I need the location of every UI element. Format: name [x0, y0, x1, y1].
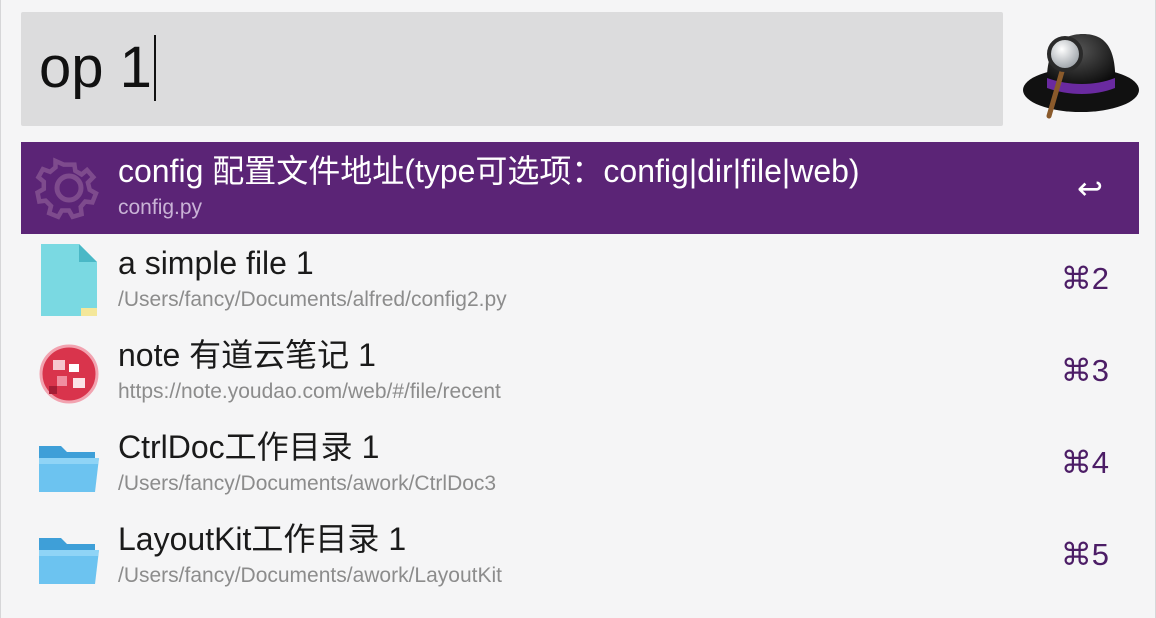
folder-icon — [39, 446, 99, 492]
cmd-3-shortcut: ⌘3 — [1060, 353, 1109, 388]
result-title: CtrlDoc工作目录 1 — [118, 429, 380, 465]
cmd-4-shortcut: ⌘4 — [1060, 445, 1109, 480]
result-row[interactable]: note 有道云笔记 1 https://note.youdao.com/web… — [21, 326, 1139, 418]
result-row[interactable]: CtrlDoc工作目录 1 /Users/fancy/Documents/awo… — [21, 418, 1139, 510]
youdao-note-icon — [39, 344, 99, 404]
result-title: a simple file 1 — [118, 245, 314, 281]
result-subtitle: /Users/fancy/Documents/alfred/config2.py — [118, 288, 507, 311]
result-row[interactable]: a simple file 1 /Users/fancy/Documents/a… — [21, 234, 1139, 326]
cmd-5-shortcut: ⌘5 — [1060, 537, 1109, 572]
result-row-selected[interactable]: config 配置文件地址(type可选项：config|dir|file|we… — [21, 142, 1139, 234]
alfred-hat-icon — [1023, 34, 1139, 119]
result-subtitle: /Users/fancy/Documents/awork/CtrlDoc3 — [118, 472, 497, 495]
result-title: config 配置文件地址(type可选项：config|dir|file|we… — [118, 153, 860, 189]
return-shortcut: ↩ — [1077, 171, 1103, 206]
cmd-2-shortcut: ⌘2 — [1060, 261, 1109, 296]
file-icon — [41, 244, 97, 316]
result-title: note 有道云笔记 1 — [118, 337, 376, 373]
result-subtitle: https://note.youdao.com/web/#/file/recen… — [118, 380, 501, 403]
result-subtitle: /Users/fancy/Documents/awork/LayoutKit — [118, 564, 502, 587]
results-list: config 配置文件地址(type可选项：config|dir|file|we… — [21, 142, 1139, 602]
folder-icon — [39, 538, 99, 584]
alfred-window: op 1 config 配置文件地址(type可选项：config|dir|fi… — [0, 0, 1156, 618]
result-title: LayoutKit工作目录 1 — [118, 521, 407, 557]
result-subtitle: config.py — [118, 196, 203, 219]
result-row[interactable]: LayoutKit工作目录 1 /Users/fancy/Documents/a… — [21, 510, 1139, 602]
text-caret — [153, 34, 156, 101]
search-box[interactable]: op 1 — [21, 12, 1003, 126]
gear-icon — [35, 157, 99, 220]
search-input[interactable]: op 1 — [39, 30, 156, 106]
search-query-text: op 1 — [39, 35, 152, 100]
